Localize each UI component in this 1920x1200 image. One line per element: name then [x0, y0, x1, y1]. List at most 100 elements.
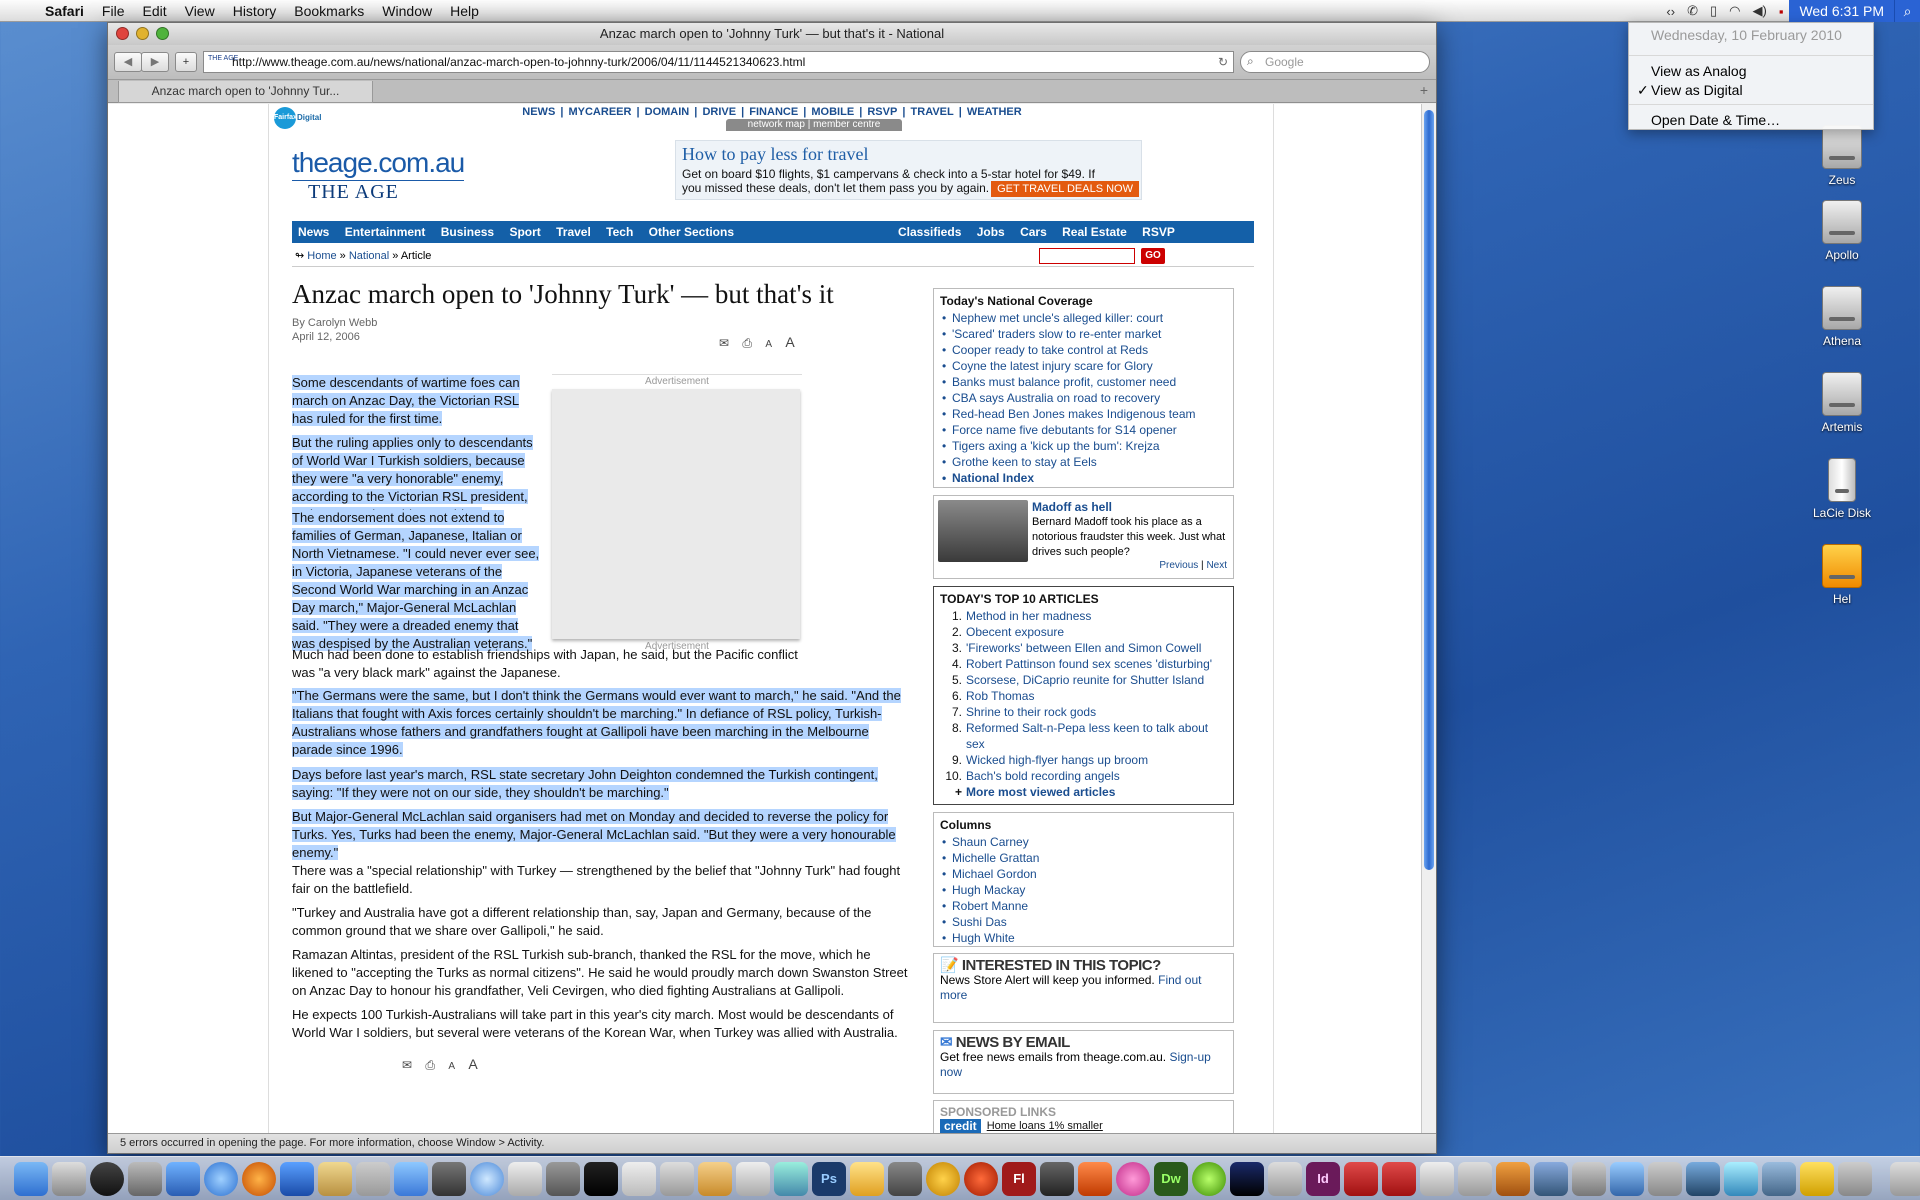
- grapher-icon[interactable]: [622, 1161, 656, 1196]
- app-icon[interactable]: [926, 1161, 960, 1196]
- net-link-weather[interactable]: WEATHER: [965, 106, 1024, 118]
- menu-history[interactable]: History: [224, 3, 286, 19]
- system-preferences-icon[interactable]: [128, 1161, 162, 1196]
- top10-item[interactable]: Robert Pattinson found sex scenes 'distu…: [940, 656, 1227, 672]
- utility-icon[interactable]: [660, 1161, 694, 1196]
- nav-tech[interactable]: Tech: [606, 225, 633, 239]
- top10-more-link[interactable]: More most viewed articles: [940, 784, 1227, 800]
- ad-cta-button[interactable]: GET TRAVEL DEALS NOW: [991, 181, 1139, 197]
- travel-ad-banner[interactable]: How to pay less for travel Get on board …: [675, 140, 1142, 200]
- top10-item[interactable]: Bach's bold recording angels: [940, 768, 1227, 784]
- menu-file[interactable]: File: [93, 3, 134, 19]
- top10-item[interactable]: Method in her madness: [940, 608, 1227, 624]
- net-link-finance[interactable]: FINANCE: [747, 106, 800, 118]
- dreamweaver-icon[interactable]: Dw: [1154, 1161, 1188, 1196]
- safari-icon[interactable]: [204, 1161, 238, 1196]
- pen-icon[interactable]: [736, 1161, 770, 1196]
- nav-cars[interactable]: Cars: [1020, 225, 1047, 239]
- top10-item[interactable]: Scorsese, DiCaprio reunite for Shutter I…: [940, 672, 1227, 688]
- photoshop-icon[interactable]: Ps: [812, 1161, 846, 1196]
- app-icon[interactable]: [964, 1161, 998, 1196]
- clock-menu-open-date-time[interactable]: Open Date & Time…: [1629, 111, 1873, 130]
- xcode-icon[interactable]: [774, 1161, 808, 1196]
- national-item[interactable]: Force name five debutants for S14 opener: [940, 422, 1227, 438]
- desktop-icon-athena[interactable]: Athena: [1797, 286, 1887, 348]
- nav-news[interactable]: News: [298, 225, 329, 239]
- desktop-icon-zeus[interactable]: Zeus: [1797, 125, 1887, 187]
- window-titlebar[interactable]: Anzac march open to 'Johnny Turk' — but …: [108, 23, 1436, 45]
- app-icon[interactable]: [1610, 1161, 1644, 1196]
- preview-icon[interactable]: [470, 1161, 504, 1196]
- terminal-icon[interactable]: [584, 1161, 618, 1196]
- sync-icon[interactable]: ▯: [1704, 3, 1723, 19]
- app-icon[interactable]: [1800, 1161, 1834, 1196]
- email-icon[interactable]: ✉: [402, 1058, 412, 1072]
- breadcrumb-home[interactable]: Home: [307, 250, 336, 262]
- column-link[interactable]: Michael Gordon: [940, 866, 1227, 882]
- site-search-input[interactable]: [1039, 248, 1135, 264]
- forward-button[interactable]: ▶: [141, 52, 169, 72]
- app-icon[interactable]: [1686, 1161, 1720, 1196]
- camera-icon[interactable]: [90, 1161, 124, 1196]
- national-item[interactable]: 'Scared' traders slow to re-enter market: [940, 326, 1227, 342]
- thunderbird-icon[interactable]: [280, 1161, 314, 1196]
- top10-item[interactable]: Rob Thomas: [940, 688, 1227, 704]
- advertisement-box[interactable]: Advertisement Advertisement: [552, 374, 802, 652]
- feature-title[interactable]: Madoff as hell: [1032, 500, 1112, 514]
- script-menu-icon[interactable]: ‹›: [1660, 4, 1681, 19]
- text-smaller-icon[interactable]: A: [765, 339, 772, 350]
- national-item[interactable]: CBA says Australia on road to recovery: [940, 390, 1227, 406]
- net-link-mycareer[interactable]: MYCAREER: [566, 106, 633, 118]
- bridge-icon[interactable]: [850, 1161, 884, 1196]
- net-link-mobile[interactable]: MOBILE: [809, 106, 856, 118]
- app-icon[interactable]: [1724, 1161, 1758, 1196]
- nav-other-sections[interactable]: Other Sections: [649, 225, 734, 239]
- menu-edit[interactable]: Edit: [133, 3, 175, 19]
- column-link[interactable]: Shaun Carney: [940, 834, 1227, 850]
- advertisement-slot[interactable]: [552, 389, 800, 639]
- script-editor-icon[interactable]: [698, 1161, 732, 1196]
- flash-icon[interactable]: Fl: [1002, 1161, 1036, 1196]
- app-icon[interactable]: [1420, 1161, 1454, 1196]
- national-index-link[interactable]: National Index: [940, 470, 1227, 486]
- automator-icon[interactable]: [546, 1161, 580, 1196]
- app-icon[interactable]: [1572, 1161, 1606, 1196]
- sponsored-link[interactable]: Home loans 1% smaller: [987, 1119, 1103, 1133]
- national-item[interactable]: Coyne the latest injury scare for Glory: [940, 358, 1227, 374]
- menu-app-safari[interactable]: Safari: [36, 3, 93, 19]
- volume-icon[interactable]: ◀): [1747, 3, 1773, 19]
- nav-real-estate[interactable]: Real Estate: [1062, 225, 1127, 239]
- app-icon[interactable]: [1192, 1161, 1226, 1196]
- app-icon[interactable]: [1268, 1161, 1302, 1196]
- national-item[interactable]: Red-head Ben Jones makes Indigenous team: [940, 406, 1227, 422]
- national-item[interactable]: Banks must balance profit, customer need: [940, 374, 1227, 390]
- app-icon[interactable]: [1040, 1161, 1074, 1196]
- column-link[interactable]: Hugh Mackay: [940, 882, 1227, 898]
- acrobat-icon[interactable]: [1344, 1161, 1378, 1196]
- column-link[interactable]: Michelle Grattan: [940, 850, 1227, 866]
- nav-travel[interactable]: Travel: [556, 225, 591, 239]
- menu-view[interactable]: View: [176, 3, 224, 19]
- top10-item[interactable]: Shrine to their rock gods: [940, 704, 1227, 720]
- wifi-icon[interactable]: ◠: [1723, 3, 1746, 19]
- nav-sport[interactable]: Sport: [509, 225, 540, 239]
- firefox-icon[interactable]: [242, 1161, 276, 1196]
- feature-next[interactable]: Next: [1206, 560, 1227, 571]
- national-item[interactable]: Tigers axing a 'kick up the bum': Krejza: [940, 438, 1227, 454]
- app-icon[interactable]: [1838, 1161, 1872, 1196]
- finder-icon[interactable]: [14, 1161, 48, 1196]
- minimize-button[interactable]: [136, 27, 149, 40]
- top10-item[interactable]: Wicked high-flyer hangs up broom: [940, 752, 1227, 768]
- nav-classifieds[interactable]: Classifieds: [898, 225, 961, 239]
- nav-rsvp[interactable]: RSVP: [1142, 225, 1175, 239]
- text-larger-icon[interactable]: A: [468, 1056, 477, 1072]
- spotlight-icon[interactable]: ⌕: [1894, 0, 1920, 22]
- close-button[interactable]: [116, 27, 129, 40]
- breadcrumb-national[interactable]: National: [349, 250, 389, 262]
- mail-icon[interactable]: [166, 1161, 200, 1196]
- clock-menu-digital[interactable]: ✓ View as Digital: [1629, 81, 1873, 100]
- national-item[interactable]: Cooper ready to take control at Reds: [940, 342, 1227, 358]
- address-book-icon[interactable]: [318, 1161, 352, 1196]
- new-tab-icon[interactable]: +: [1420, 82, 1428, 98]
- nav-jobs[interactable]: Jobs: [977, 225, 1005, 239]
